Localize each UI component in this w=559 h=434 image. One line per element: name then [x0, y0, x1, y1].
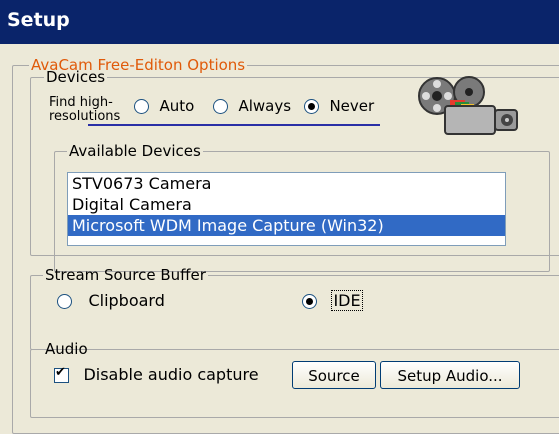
list-item-selected[interactable]: Microsoft WDM Image Capture (Win32)	[68, 215, 505, 236]
video-camera-icon	[415, 70, 520, 140]
radio-always-label: Always	[238, 97, 292, 115]
list-item[interactable]: STV0673 Camera	[68, 173, 505, 194]
radio-ide-label: IDE	[331, 290, 363, 311]
list-item[interactable]: Digital Camera	[68, 194, 505, 215]
radio-auto[interactable]: Auto	[134, 97, 194, 116]
devices-legend: Devices	[46, 68, 106, 86]
title-bar: Setup	[0, 0, 559, 44]
radio-ide-circle[interactable]	[302, 294, 317, 310]
radio-auto-circle[interactable]	[134, 99, 149, 115]
radio-never[interactable]: Never	[304, 97, 374, 116]
radio-always-circle[interactable]	[213, 99, 228, 115]
radio-always[interactable]: Always	[213, 97, 291, 116]
radio-never-circle[interactable]	[304, 99, 319, 115]
setup-content: AvaCam Free-Editon Options Devices Find …	[0, 44, 559, 434]
find-high-resolutions-label: Find high- resolutions	[49, 96, 120, 124]
setup-audio-button[interactable]: Setup Audio...	[380, 361, 520, 389]
disable-audio-checkbox[interactable]: Disable audio capture	[54, 365, 259, 385]
radio-ide[interactable]: IDE	[302, 290, 363, 311]
window-title: Setup	[7, 9, 70, 31]
stream-source-legend: Stream Source Buffer	[45, 266, 206, 284]
find-label-line2: resolutions	[49, 109, 121, 124]
find-label-line1: Find high-	[49, 95, 113, 110]
audio-legend: Audio	[45, 340, 88, 358]
devices-listbox[interactable]: STV0673 Camera Digital Camera Microsoft …	[67, 172, 506, 246]
radio-never-label: Never	[329, 97, 375, 115]
radio-clipboard-label: Clipboard	[88, 291, 165, 310]
radio-clipboard-circle[interactable]	[57, 294, 72, 310]
radio-auto-label: Auto	[159, 97, 195, 115]
available-devices-legend: Available Devices	[69, 142, 201, 160]
disable-audio-label: Disable audio capture	[83, 365, 259, 384]
source-button[interactable]: Source	[292, 361, 376, 389]
resolution-underline	[88, 124, 380, 126]
radio-clipboard[interactable]: Clipboard	[57, 291, 165, 311]
disable-audio-check[interactable]	[54, 365, 69, 384]
